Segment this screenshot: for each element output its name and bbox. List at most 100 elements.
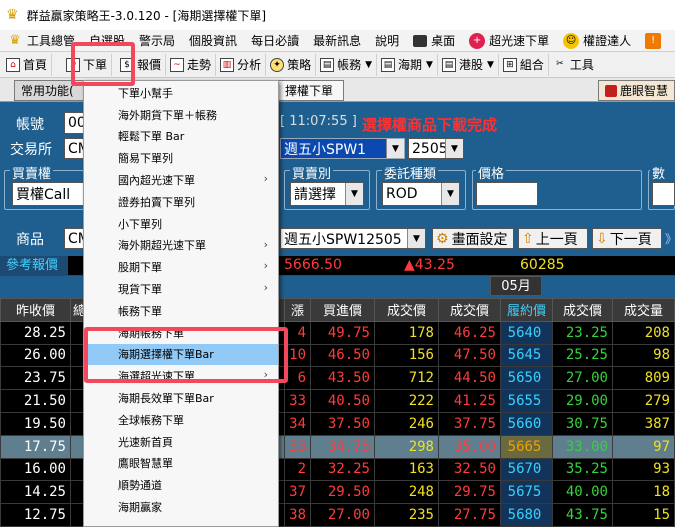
menu-daily-read[interactable]: 每日必讀 xyxy=(244,30,306,52)
menu-desktop[interactable]: 桌面 xyxy=(406,30,462,52)
month-header: 05月 xyxy=(490,276,542,296)
more-link[interactable]: 》 xyxy=(665,230,675,247)
menu-stock-info[interactable]: 個股資訊 xyxy=(182,30,244,52)
app-logo-icon: ♛ xyxy=(6,7,19,23)
menu-item[interactable]: 股期下單 › xyxy=(84,256,278,278)
reference-change: ▲43.25 xyxy=(404,257,455,273)
menu-item[interactable]: 國內超光速下單 › xyxy=(84,169,278,191)
table-cell: 49.75 xyxy=(310,320,375,345)
column-header: 成交價 xyxy=(438,298,501,322)
table-cell: 5655 xyxy=(500,389,553,413)
menu-item[interactable]: 海期贏家 xyxy=(84,496,278,518)
overseas-futures-button[interactable]: ▤ 海期 ▼ xyxy=(377,53,438,76)
analysis-button[interactable]: ▥ 分析 xyxy=(216,53,267,76)
menu-super-speed-order[interactable]: + 超光速下單 xyxy=(462,30,556,52)
accounts-button[interactable]: ▤ 帳務 ▼ xyxy=(316,53,378,76)
settings-button[interactable]: ⚙ 畫面設定 xyxy=(432,228,514,249)
strategy-button[interactable]: ✦ 策略 xyxy=(266,53,317,76)
column-header: 成交價 xyxy=(552,298,613,322)
tools-button[interactable]: ✂ 工具 xyxy=(549,54,598,76)
menu-alert[interactable]: 警示局 xyxy=(132,30,182,52)
table-cell: 34 xyxy=(284,411,311,436)
chevron-down-icon: ▼ xyxy=(345,183,363,205)
bar-chart-icon: ▥ xyxy=(220,57,235,72)
menu-item[interactable]: 現貨下單 › xyxy=(84,278,278,300)
menu-item[interactable]: 小下單列 xyxy=(84,213,278,235)
menu-item-label: 小下單列 xyxy=(118,217,162,231)
highlight-order-button xyxy=(71,42,135,86)
tab-deer-eye[interactable]: 鹿眼智慧 xyxy=(598,80,675,101)
combo-button[interactable]: ⊞ 組合 xyxy=(499,53,549,76)
order-type-select[interactable]: ROD ▼ xyxy=(382,182,460,206)
trend-button[interactable]: ~ 走勢 xyxy=(166,53,217,76)
table-cell: 809 xyxy=(612,366,675,391)
crown-icon: ♛ xyxy=(9,32,21,48)
table-cell: 93 xyxy=(612,457,675,482)
table-cell: 34.75 xyxy=(310,434,375,459)
menu-item[interactable]: 海外期超光速下單 › xyxy=(84,235,278,257)
menu-item[interactable]: 光速新首頁 xyxy=(84,431,278,453)
table-cell: 27.00 xyxy=(310,503,375,527)
menu-item[interactable]: 證券拍賣下單列 xyxy=(84,191,278,213)
gear-icon: ⚙ xyxy=(436,230,449,247)
price-input[interactable] xyxy=(476,182,538,206)
chevron-down-icon: ▼ xyxy=(426,59,433,70)
table-cell: 10 xyxy=(284,343,311,368)
next-page-button[interactable]: ⇩ 下一頁 xyxy=(592,228,662,249)
wrench-icon: ✂ xyxy=(556,58,564,69)
table-cell: 40.00 xyxy=(552,480,613,505)
callput-select[interactable]: 買權Call xyxy=(12,182,84,206)
menu-item[interactable]: 簡易下單列 xyxy=(84,147,278,169)
menu-item-label: 帳務下單 xyxy=(118,304,162,318)
ledger-icon: ▤ xyxy=(381,57,396,72)
qty-input[interactable] xyxy=(652,182,675,206)
product-select[interactable]: 週五小SPW1 ▼ xyxy=(280,138,405,159)
menu-item[interactable]: 海期長效單下單Bar xyxy=(84,387,278,409)
chevron-down-icon: ▼ xyxy=(441,183,459,205)
table-cell: 25.25 xyxy=(552,343,613,368)
product-full-select[interactable]: 週五小SPW12505 ▼ xyxy=(280,228,426,249)
reference-price: 5666.50 xyxy=(284,257,342,273)
reference-volume: 60285 xyxy=(520,257,565,273)
menu-item[interactable]: 順勢通道 xyxy=(84,474,278,496)
chevron-right-icon: › xyxy=(263,259,268,273)
chevron-down-icon: ▼ xyxy=(386,139,404,158)
menu-help[interactable]: 說明 xyxy=(368,30,406,52)
menu-item[interactable]: 全球帳務下單 xyxy=(84,409,278,431)
menu-item-label: 全球帳務下單 xyxy=(118,413,184,427)
menu-item[interactable]: 帳務下單 xyxy=(84,300,278,322)
table-cell: 5650 xyxy=(500,366,553,391)
status-message: 選擇權商品下載完成 xyxy=(362,116,498,134)
side-select[interactable]: 請選擇 ▼ xyxy=(290,182,364,206)
table-cell: 23.75 xyxy=(0,366,71,391)
table-cell: 222 xyxy=(374,389,439,413)
hk-stocks-button[interactable]: ▤ 港股 ▼ xyxy=(438,53,499,76)
table-cell: 37.50 xyxy=(310,411,375,436)
menu-warrant-expert[interactable]: ☺ 權證達人 xyxy=(556,30,638,52)
table-cell: 23.25 xyxy=(552,320,613,345)
menu-item-label: 海外期超光速下單 xyxy=(118,239,206,253)
menu-item[interactable]: 輕鬆下單 Bar xyxy=(84,126,278,148)
home-button[interactable]: ⌂ 首頁 xyxy=(2,53,53,76)
chevron-right-icon: › xyxy=(263,172,268,186)
window-title: 群益贏家策略王-3.0.120 - [海期選擇權下單] xyxy=(26,8,267,23)
table-cell: 27.75 xyxy=(438,503,501,527)
menu-item[interactable]: 海外期貨下單＋帳務 xyxy=(84,104,278,126)
table-cell: 15 xyxy=(612,503,675,527)
table-cell: 43.50 xyxy=(310,366,375,391)
product-label: 商品 xyxy=(16,232,44,248)
strike-select[interactable]: 2505 ▼ xyxy=(408,138,464,159)
menu-alert-badge[interactable]: ! xyxy=(638,30,672,52)
menu-tools[interactable]: ♛ 工具總管 xyxy=(0,30,82,52)
table-cell: 27.00 xyxy=(552,366,613,391)
tab-overseas-options-order[interactable]: 擇權下單 xyxy=(278,80,344,101)
table-cell: 387 xyxy=(612,411,675,436)
title-bar: ♛ 群益贏家策略王-3.0.120 - [海期選擇權下單] xyxy=(0,0,675,30)
menu-item[interactable]: 鷹眼智慧單 xyxy=(84,453,278,475)
table-cell: 5660 xyxy=(500,411,553,436)
lightbulb-icon: ✦ xyxy=(270,57,285,72)
chevron-down-icon: ▼ xyxy=(407,229,425,248)
menu-news[interactable]: 最新訊息 xyxy=(306,30,368,52)
table-cell: 29.75 xyxy=(438,480,501,505)
prev-page-button[interactable]: ⇧ 上一頁 xyxy=(518,228,588,249)
